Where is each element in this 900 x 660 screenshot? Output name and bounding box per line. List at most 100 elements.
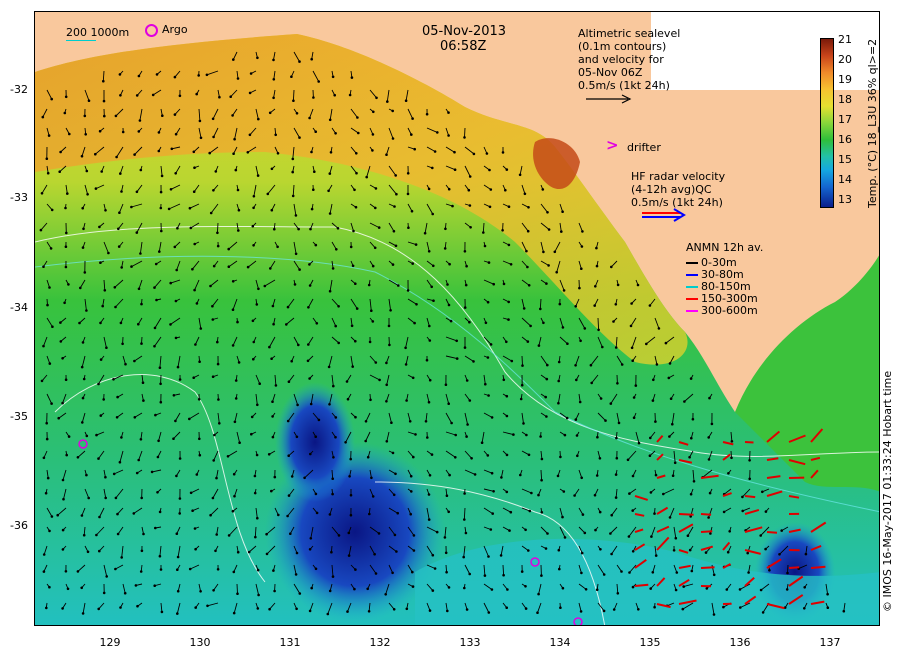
hf-radar-arrow	[634, 583, 649, 587]
velocity-arrow-head	[728, 530, 731, 533]
velocity-arrow-head	[216, 231, 219, 235]
velocity-arrow-head	[505, 340, 508, 344]
velocity-arrow-head	[46, 476, 50, 480]
velocity-arrow-head	[216, 244, 220, 248]
velocity-arrow-head	[354, 282, 357, 286]
velocity-arrow-head	[707, 458, 711, 461]
velocity-arrow-head	[105, 575, 108, 578]
velocity-arrow-head	[48, 362, 52, 365]
velocity-arrow-head	[387, 324, 391, 328]
velocity-arrow-head	[598, 457, 602, 460]
velocity-arrow-head	[351, 264, 355, 268]
velocity-arrow-head	[237, 208, 241, 212]
velocity-arrow-head	[135, 94, 139, 97]
velocity-arrow-head	[536, 611, 539, 614]
velocity-arrow-head	[214, 549, 217, 553]
velocity-arrow-head	[197, 398, 201, 401]
velocity-arrow-head	[256, 56, 259, 60]
velocity-arrow-head	[268, 345, 271, 349]
velocity-arrow-head	[527, 453, 531, 457]
velocity-arrow-head	[42, 265, 45, 268]
velocity-arrow-head	[521, 364, 524, 367]
velocity-arrow-head	[557, 548, 561, 552]
velocity-arrow-head	[500, 476, 503, 479]
velocity-arrow-head	[648, 454, 652, 458]
velocity-arrow-head	[395, 550, 398, 553]
sst-map	[34, 11, 880, 626]
velocity-arrow-head	[212, 135, 215, 139]
velocity-arrow-head	[337, 534, 341, 537]
hf-radar-scale-arrow-icon	[642, 208, 686, 222]
velocity-arrow-head	[269, 267, 272, 270]
velocity-arrow-head	[627, 535, 631, 538]
velocity-arrow-head	[631, 585, 635, 589]
velocity-arrow-head	[449, 319, 453, 323]
velocity-arrow-head	[518, 173, 522, 177]
velocity-arrow-head	[303, 476, 306, 480]
velocity-arrow-head	[153, 326, 157, 330]
velocity-arrow-head	[67, 283, 70, 286]
velocity-arrow-head	[233, 420, 237, 424]
velocity-arrow-head	[61, 478, 65, 482]
velocity-arrow-head	[248, 133, 252, 137]
velocity-arrow-head	[59, 321, 62, 324]
velocity-arrow-head	[257, 287, 260, 291]
velocity-arrow-head	[212, 264, 216, 268]
velocity-arrow-head	[313, 170, 316, 173]
velocity-arrow-head	[509, 510, 513, 514]
velocity-arrow-head	[558, 302, 562, 306]
velocity-arrow-head	[662, 492, 665, 496]
velocity-arrow-head	[208, 151, 211, 155]
velocity-arrow-head	[295, 607, 298, 611]
velocity-arrow-head	[104, 209, 107, 212]
velocity-arrow-head	[292, 99, 295, 102]
velocity-arrow-head	[345, 380, 349, 383]
velocity-arrow-head	[298, 60, 301, 63]
velocity-arrow-head	[561, 515, 564, 519]
velocity-arrow-head	[448, 262, 451, 266]
velocity-arrow-head	[314, 435, 318, 439]
hf-radar-arrow	[700, 530, 713, 533]
velocity-arrow-head	[174, 299, 178, 303]
velocity-arrow-head	[463, 346, 467, 349]
velocity-arrow-head	[124, 362, 127, 366]
velocity-arrow-head	[575, 434, 579, 437]
velocity-arrow-head	[609, 532, 612, 535]
velocity-arrow-head	[566, 342, 569, 346]
velocity-arrow-head	[154, 526, 157, 530]
velocity-arrow-head	[297, 343, 300, 347]
velocity-arrow-head	[80, 586, 83, 590]
velocity-arrow-head	[523, 192, 527, 196]
velocity-arrow-head	[194, 343, 197, 346]
drifter-icon: >	[606, 136, 619, 154]
velocity-arrow	[236, 583, 238, 594]
velocity-arrow-head	[688, 455, 691, 459]
velocity-arrow-head	[218, 422, 221, 425]
velocity-arrow-head	[553, 250, 557, 254]
velocity-arrow-head	[290, 359, 293, 363]
velocity-arrow-head	[411, 262, 415, 265]
anmn-legend-label: 300-600m	[701, 304, 758, 317]
velocity-arrow-head	[272, 78, 276, 81]
velocity-arrow-head	[315, 511, 319, 515]
velocity-arrow-head	[155, 298, 158, 302]
velocity-arrow-head	[212, 589, 215, 592]
velocity-arrow-head	[730, 456, 733, 460]
velocity-arrow-head	[192, 190, 196, 193]
velocity-arrow-head	[526, 340, 530, 343]
velocity-arrow-head	[560, 230, 563, 233]
velocity-arrow-head	[510, 359, 514, 363]
velocity-arrow-head	[428, 324, 431, 328]
velocity-arrow-head	[97, 457, 100, 460]
velocity-arrow-head	[428, 339, 432, 342]
velocity-arrow-head	[425, 112, 429, 116]
velocity-arrow-head	[272, 96, 275, 100]
velocity-arrow-head	[374, 361, 378, 364]
velocity-arrow-head	[617, 421, 621, 425]
velocity-arrow-head	[315, 322, 319, 325]
velocity-arrow-head	[104, 496, 107, 500]
velocity-arrow-head	[216, 362, 220, 366]
velocity-arrow-head	[50, 208, 54, 212]
velocity-arrow-head	[649, 491, 653, 494]
velocity-arrow-head	[328, 172, 332, 175]
